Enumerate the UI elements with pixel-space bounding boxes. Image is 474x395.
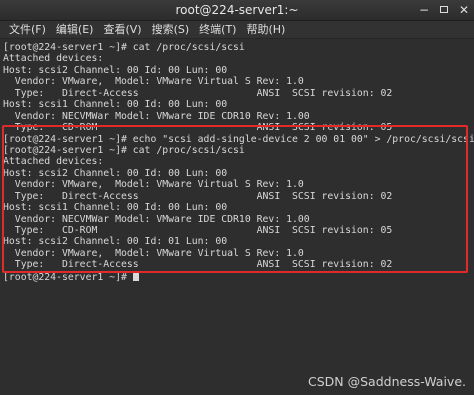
watermark: CSDN @Saddness-Waive. — [308, 374, 466, 389]
terminal-line: Vendor: NECVMWar Model: VMware IDE CDR10… — [3, 110, 310, 122]
menu-view[interactable]: 查看(V) — [98, 22, 146, 38]
menu-search[interactable]: 搜索(S) — [147, 22, 195, 38]
maximize-box — [440, 6, 448, 13]
menu-help[interactable]: 帮助(H) — [241, 22, 290, 38]
terminal-window: root@224-server1:~ − ✕ 文件(F) 编辑(E) 查看(V)… — [0, 0, 474, 395]
terminal-line: [root@224-server1 ~]# cat /proc/scsi/scs… — [3, 42, 245, 53]
highlight-box — [2, 125, 468, 273]
terminal-line: Host: scsi2 Channel: 00 Id: 00 Lun: 00 — [3, 64, 228, 76]
minimize-icon[interactable]: − — [416, 2, 432, 18]
close-icon[interactable]: ✕ — [456, 2, 472, 18]
terminal-line: Host: scsi1 Channel: 00 Id: 00 Lun: 00 — [3, 99, 228, 111]
terminal-line: Type: Direct-Access ANSI SCSI revision: … — [3, 87, 393, 99]
terminal-output[interactable]: [root@224-server1 ~]# cat /proc/scsi/scs… — [0, 40, 474, 395]
title-bar[interactable]: root@224-server1:~ − ✕ — [0, 0, 474, 21]
maximize-icon[interactable] — [436, 2, 452, 18]
menu-edit[interactable]: 编辑(E) — [51, 22, 99, 38]
prompt-text: [root@224-server1 ~]# — [3, 271, 133, 283]
menu-file[interactable]: 文件(F) — [4, 22, 51, 38]
window-title: root@224-server1:~ — [175, 3, 299, 17]
terminal-line: Attached devices: — [3, 53, 104, 65]
terminal-line: Vendor: VMware, Model: VMware Virtual S … — [3, 76, 304, 88]
menu-terminal[interactable]: 终端(T) — [194, 22, 241, 38]
menu-bar: 文件(F) 编辑(E) 查看(V) 搜索(S) 终端(T) 帮助(H) — [0, 21, 474, 39]
